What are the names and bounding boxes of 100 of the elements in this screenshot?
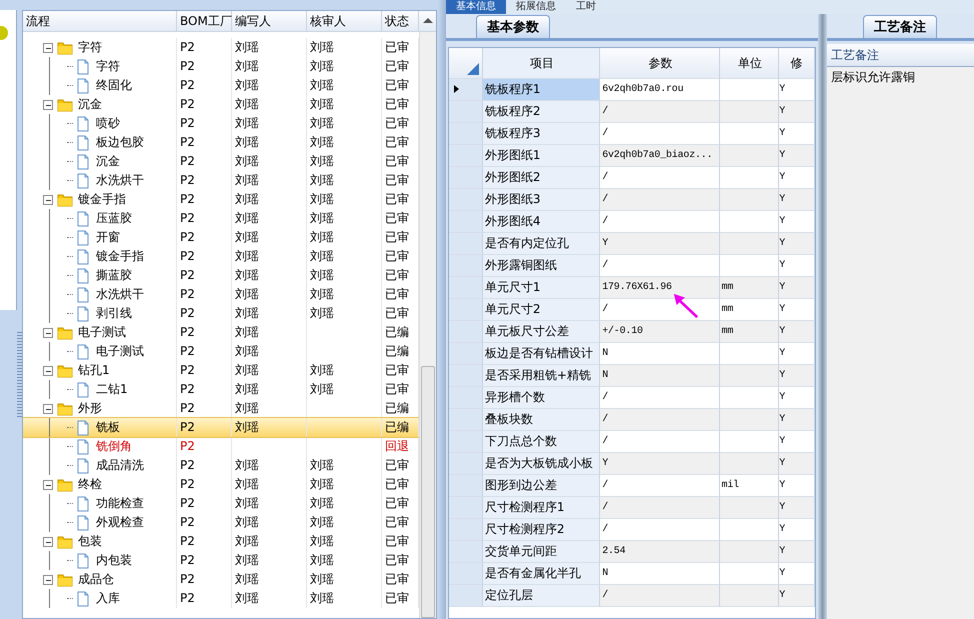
tree-row[interactable]: 字符 P2 刘瑶 刘瑶 已审 xyxy=(23,57,419,76)
tree-row[interactable]: 内包装 P2 刘瑶 刘瑶 已审 xyxy=(23,551,419,570)
table-cell[interactable] xyxy=(720,189,780,211)
table-cell[interactable]: 外形图纸1 xyxy=(482,145,600,167)
table-cell[interactable]: 尺寸检测程序1 xyxy=(482,497,600,519)
table-cell[interactable]: 叠板块数 xyxy=(482,409,600,431)
table-cell[interactable]: Y xyxy=(779,365,815,387)
collapse-icon[interactable] xyxy=(43,536,53,546)
collapse-icon[interactable] xyxy=(43,328,53,338)
scrollbar-thumb[interactable] xyxy=(421,366,435,618)
table-cell[interactable]: 外形图纸4 xyxy=(482,211,600,233)
table-cell[interactable]: 外形图纸2 xyxy=(482,167,600,189)
table-cell[interactable]: Y xyxy=(779,497,815,519)
table-cell[interactable]: mm xyxy=(720,277,780,299)
column-header[interactable]: BOM工厂 xyxy=(177,11,232,31)
tab[interactable]: 基本信息 xyxy=(446,0,506,14)
table-cell[interactable]: 铣板程序3 xyxy=(482,123,600,145)
table-cell[interactable]: 铣板程序2 xyxy=(482,101,600,123)
table-cell[interactable]: 是否采用粗铣+精铣 xyxy=(482,365,600,387)
table-cell[interactable]: 179.76X61.96 xyxy=(600,277,720,299)
table-cell[interactable]: 图形到边公差 xyxy=(482,475,600,497)
table-cell[interactable]: 外形图纸3 xyxy=(482,189,600,211)
tree-row[interactable]: 功能检查 P2 刘瑶 刘瑶 已审 xyxy=(23,494,419,513)
scrollbar-track[interactable] xyxy=(419,32,436,618)
table-cell[interactable]: 定位孔层 xyxy=(482,585,600,607)
row-header[interactable] xyxy=(449,79,483,101)
tree-row[interactable]: 包装 P2 刘瑶 刘瑶 已审 xyxy=(23,532,419,551)
table-cell[interactable] xyxy=(720,497,780,519)
table-cell[interactable] xyxy=(720,233,780,255)
table-cell[interactable] xyxy=(720,453,780,475)
table-cell[interactable]: 6v2qh0b7a0_biaoz... xyxy=(600,145,720,167)
table-cell[interactable]: 交货单元间距 xyxy=(482,541,600,563)
table-cell[interactable]: / xyxy=(600,189,720,211)
table-cell[interactable]: 下刀点总个数 xyxy=(482,431,600,453)
tree-row[interactable]: 字符 P2 刘瑶 刘瑶 已审 xyxy=(23,38,419,57)
table-cell[interactable]: Y xyxy=(779,145,815,167)
table-cell[interactable]: 尺寸检测程序2 xyxy=(482,519,600,541)
tree-row[interactable]: 二钻1 P2 刘瑶 刘瑶 已审 xyxy=(23,380,419,399)
column-header[interactable]: 状态 xyxy=(382,11,419,31)
selected-row[interactable]: 铣板 P2 刘瑶 已编 xyxy=(23,418,419,437)
table-cell[interactable]: Y xyxy=(779,233,815,255)
table-cell[interactable]: / xyxy=(600,409,720,431)
tree-row[interactable]: 镀金手指 P2 刘瑶 刘瑶 已审 xyxy=(23,247,419,266)
table-cell[interactable]: / xyxy=(600,101,720,123)
tree-row[interactable]: 镀金手指 P2 刘瑶 刘瑶 已审 xyxy=(23,190,419,209)
tree-row[interactable]: 压蓝胶 P2 刘瑶 刘瑶 已审 xyxy=(23,209,419,228)
column-header[interactable]: 流程 xyxy=(23,11,177,31)
tab[interactable]: 工时 xyxy=(566,0,606,14)
table-cell[interactable]: +/-0.10 xyxy=(600,321,720,343)
table-cell[interactable]: Y xyxy=(779,541,815,563)
tree-row[interactable]: 终检 P2 刘瑶 刘瑶 已审 xyxy=(23,475,419,494)
table-cell[interactable]: 2.54 xyxy=(600,541,720,563)
table-cell[interactable]: 是否有内定位孔 xyxy=(482,233,600,255)
collapse-icon[interactable] xyxy=(43,100,53,110)
table-cell[interactable]: 是否有金属化半孔 xyxy=(482,563,600,585)
table-cell[interactable]: / xyxy=(600,585,720,607)
tree-row[interactable]: 喷砂 P2 刘瑶 刘瑶 已审 xyxy=(23,114,419,133)
table-cell[interactable]: mm xyxy=(720,321,780,343)
tree-row[interactable]: 沉金 P2 刘瑶 刘瑶 已审 xyxy=(23,152,419,171)
table-cell[interactable]: 单元尺寸1 xyxy=(482,277,600,299)
table-cell[interactable]: 板边是否有钻槽设计 xyxy=(482,343,600,365)
table-cell[interactable]: Y xyxy=(600,453,720,475)
tree-row[interactable]: 电子测试 P2 刘瑶 已编 xyxy=(23,323,419,342)
tree-row[interactable]: 剥引线 P2 刘瑶 刘瑶 已审 xyxy=(23,304,419,323)
table-cell[interactable]: Y xyxy=(779,409,815,431)
table-cell[interactable]: 异形槽个数 xyxy=(482,387,600,409)
tab[interactable]: 基本参数 xyxy=(476,15,550,38)
table-cell[interactable]: 单元尺寸2 xyxy=(482,299,600,321)
tab[interactable]: 工艺备注 xyxy=(863,15,937,38)
table-cell[interactable]: 外形露铜图纸 xyxy=(482,255,600,277)
table-cell[interactable]: Y xyxy=(779,277,815,299)
table-cell[interactable]: Y xyxy=(779,321,815,343)
table-cell[interactable] xyxy=(720,145,780,167)
tree-row[interactable]: 成品仓 P2 刘瑶 刘瑶 已审 xyxy=(23,570,419,589)
tree-row[interactable]: 铣倒角 P2 回退 xyxy=(23,437,419,456)
tree-row[interactable]: 外观检查 P2 刘瑶 刘瑶 已审 xyxy=(23,513,419,532)
table-cell[interactable]: Y xyxy=(779,101,815,123)
column-header[interactable]: 编写人 xyxy=(232,11,307,31)
tree-row[interactable]: 沉金 P2 刘瑶 刘瑶 已审 xyxy=(23,95,419,114)
table-cell[interactable]: Y xyxy=(779,189,815,211)
collapse-icon[interactable] xyxy=(43,366,53,376)
table-cell[interactable]: / xyxy=(600,497,720,519)
table-cell[interactable] xyxy=(720,409,780,431)
tree-row[interactable]: 板边包胶 P2 刘瑶 刘瑶 已审 xyxy=(23,133,419,152)
table-cell[interactable]: 是否为大板铣成小板 xyxy=(482,453,600,475)
table-cell[interactable] xyxy=(720,585,780,607)
tree-row[interactable]: 终固化 P2 刘瑶 刘瑶 已审 xyxy=(23,76,419,95)
column-header[interactable]: 核审人 xyxy=(307,11,382,31)
collapse-icon[interactable] xyxy=(43,404,53,414)
tree-row[interactable]: 撕蓝胶 P2 刘瑶 刘瑶 已审 xyxy=(23,266,419,285)
tree-row[interactable]: 开窗 P2 刘瑶 刘瑶 已审 xyxy=(23,228,419,247)
column-header[interactable]: 参数 xyxy=(600,48,720,79)
table-cell[interactable]: N xyxy=(600,365,720,387)
tree-row[interactable]: 电子测试 P2 刘瑶 已编 xyxy=(23,342,419,361)
table-cell[interactable]: Y xyxy=(779,585,815,607)
column-header[interactable]: 项目 xyxy=(482,48,600,79)
table-cell[interactable]: Y xyxy=(779,453,815,475)
collapse-icon[interactable] xyxy=(43,574,53,584)
scroll-up-icon[interactable] xyxy=(423,18,433,23)
table-cell[interactable] xyxy=(720,365,780,387)
